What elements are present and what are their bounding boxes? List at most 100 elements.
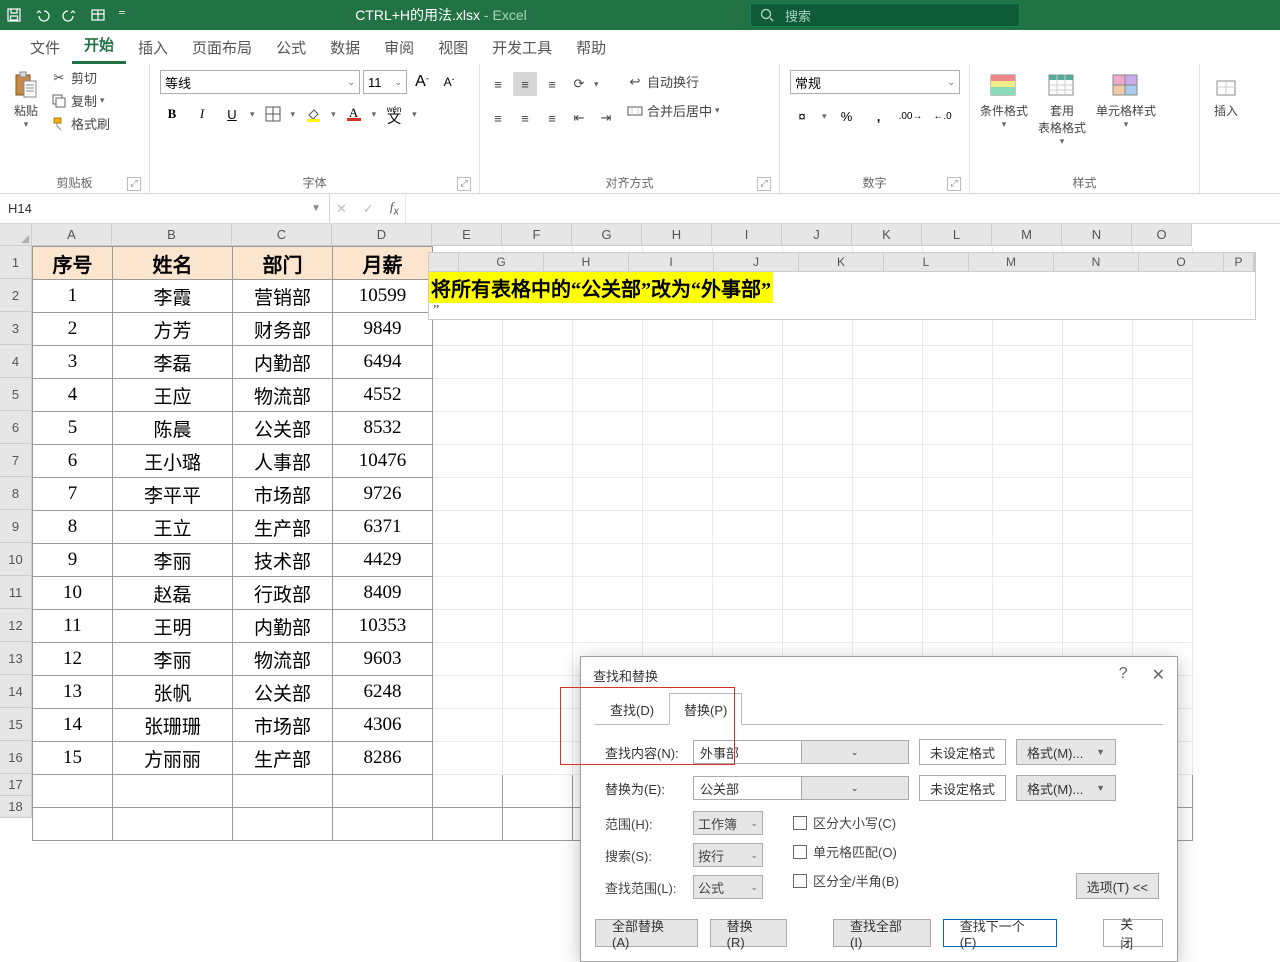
table-cell[interactable]: 14 bbox=[33, 709, 113, 742]
format-table-button[interactable]: 套用 表格格式▾ bbox=[1034, 68, 1090, 149]
align-left-icon[interactable]: ≡ bbox=[486, 106, 510, 130]
bold-button[interactable]: B bbox=[160, 102, 184, 126]
table-cell[interactable]: 李平平 bbox=[113, 478, 233, 511]
decrease-font-icon[interactable]: Aˇ bbox=[437, 70, 461, 94]
table-cell[interactable]: 物流部 bbox=[233, 643, 333, 676]
currency-icon[interactable]: ¤ bbox=[790, 104, 814, 128]
table-cell[interactable]: 5 bbox=[33, 412, 113, 445]
col-header-J[interactable]: J bbox=[782, 224, 852, 246]
find-next-button[interactable]: 查找下一个(F) bbox=[943, 919, 1058, 947]
table-cell[interactable]: 8 bbox=[33, 511, 113, 544]
tab-帮助[interactable]: 帮助 bbox=[564, 31, 618, 64]
embedded-image[interactable]: GHIJKLMNOP 将所有表格中的“公关部”改为“外事部” ” bbox=[428, 252, 1256, 320]
row-header-4[interactable]: 4 bbox=[0, 345, 32, 378]
options-button[interactable]: 选项(T) << bbox=[1076, 873, 1159, 899]
row-header-2[interactable]: 2 bbox=[0, 279, 32, 312]
table-cell[interactable]: 12 bbox=[33, 643, 113, 676]
qa-redo-icon[interactable] bbox=[56, 0, 84, 30]
col-header-K[interactable]: K bbox=[852, 224, 922, 246]
lookin-select[interactable]: 公式⌄ bbox=[693, 875, 763, 899]
align-right-icon[interactable]: ≡ bbox=[540, 106, 564, 130]
col-header-L[interactable]: L bbox=[922, 224, 992, 246]
tab-插入[interactable]: 插入 bbox=[126, 31, 180, 64]
qa-table-icon[interactable] bbox=[84, 0, 112, 30]
conditional-format-button[interactable]: 条件格式▾ bbox=[976, 68, 1032, 132]
table-cell[interactable]: 10353 bbox=[333, 610, 433, 643]
col-header-N[interactable]: N bbox=[1062, 224, 1132, 246]
replace-all-button[interactable]: 全部替换(A) bbox=[595, 919, 698, 947]
table-cell[interactable]: 李丽 bbox=[113, 544, 233, 577]
table-cell[interactable]: 王应 bbox=[113, 379, 233, 412]
decrease-decimal-icon[interactable]: ←.0 bbox=[931, 104, 955, 128]
table-cell[interactable]: 7 bbox=[33, 478, 113, 511]
table-cell[interactable]: 李丽 bbox=[113, 643, 233, 676]
tab-数据[interactable]: 数据 bbox=[318, 31, 372, 64]
table-cell[interactable]: 内勤部 bbox=[233, 610, 333, 643]
italic-button[interactable]: I bbox=[190, 102, 214, 126]
find-format-button[interactable]: 格式(M)...▼ bbox=[1016, 739, 1116, 765]
tab-视图[interactable]: 视图 bbox=[426, 31, 480, 64]
table-cell[interactable]: 9726 bbox=[333, 478, 433, 511]
qa-undo-icon[interactable] bbox=[28, 0, 56, 30]
cancel-formula-icon[interactable]: ✕ bbox=[336, 201, 347, 217]
table-cell[interactable]: 王小璐 bbox=[113, 445, 233, 478]
table-cell[interactable]: 市场部 bbox=[233, 478, 333, 511]
formula-input[interactable] bbox=[405, 194, 1280, 223]
indent-decrease-icon[interactable]: ⇤ bbox=[567, 106, 591, 130]
table-header[interactable]: 序号 bbox=[33, 247, 113, 280]
table-cell[interactable]: 财务部 bbox=[233, 313, 333, 346]
border-button[interactable] bbox=[261, 102, 285, 126]
close-button[interactable]: 关闭 bbox=[1103, 919, 1163, 947]
tab-find[interactable]: 查找(D) bbox=[595, 693, 669, 725]
tab-replace[interactable]: 替换(P) bbox=[669, 693, 742, 725]
font-color-button[interactable]: A bbox=[342, 102, 366, 126]
table-header[interactable]: 部门 bbox=[233, 247, 333, 280]
match-byte-checkbox[interactable]: 区分全/半角(B) bbox=[793, 871, 899, 890]
dialog-close-icon[interactable]: ✕ bbox=[1152, 665, 1165, 685]
table-cell[interactable]: 6248 bbox=[333, 676, 433, 709]
cell-style-button[interactable]: 单元格样式▾ bbox=[1092, 68, 1160, 132]
name-box[interactable]: H14▼ bbox=[0, 194, 330, 223]
row-header-1[interactable]: 1 bbox=[0, 246, 32, 279]
table-cell[interactable]: 营销部 bbox=[233, 280, 333, 313]
select-all-corner[interactable] bbox=[0, 224, 32, 246]
match-entire-checkbox[interactable]: 单元格匹配(O) bbox=[793, 842, 899, 861]
table-cell[interactable]: 1 bbox=[33, 280, 113, 313]
table-cell[interactable]: 10476 bbox=[333, 445, 433, 478]
row-header-3[interactable]: 3 bbox=[0, 312, 32, 345]
row-header-16[interactable]: 16 bbox=[0, 741, 32, 774]
table-header[interactable]: 月薪 bbox=[333, 247, 433, 280]
orientation-icon[interactable]: ⟳ bbox=[567, 72, 591, 96]
col-header-D[interactable]: D bbox=[332, 224, 432, 246]
number-launcher[interactable]: ⤢ bbox=[947, 177, 961, 191]
clipboard-launcher[interactable]: ⤢ bbox=[127, 177, 141, 191]
table-cell[interactable]: 10599 bbox=[333, 280, 433, 313]
table-cell[interactable]: 8532 bbox=[333, 412, 433, 445]
tab-开始[interactable]: 开始 bbox=[72, 28, 126, 64]
fill-color-button[interactable] bbox=[301, 102, 325, 126]
col-header-G[interactable]: G bbox=[572, 224, 642, 246]
comma-icon[interactable]: , bbox=[867, 104, 891, 128]
table-cell[interactable]: 13 bbox=[33, 676, 113, 709]
font-name-combo[interactable]: 等线⌄ bbox=[160, 70, 360, 94]
col-header-F[interactable]: F bbox=[502, 224, 572, 246]
col-header-O[interactable]: O bbox=[1132, 224, 1192, 246]
table-cell[interactable]: 人事部 bbox=[233, 445, 333, 478]
font-launcher[interactable]: ⤢ bbox=[457, 177, 471, 191]
table-cell[interactable]: 6 bbox=[33, 445, 113, 478]
col-header-M[interactable]: M bbox=[992, 224, 1062, 246]
paste-button[interactable]: 粘贴▾ bbox=[6, 68, 46, 132]
table-cell[interactable]: 4 bbox=[33, 379, 113, 412]
merge-center-button[interactable]: 合并后居中 ▾ bbox=[626, 101, 720, 120]
table-cell[interactable]: 王立 bbox=[113, 511, 233, 544]
table-cell[interactable]: 王明 bbox=[113, 610, 233, 643]
align-center-icon[interactable]: ≡ bbox=[513, 106, 537, 130]
qa-customize-icon[interactable]: ⁼ bbox=[112, 6, 132, 24]
indent-increase-icon[interactable]: ⇥ bbox=[594, 106, 618, 130]
table-cell[interactable]: 方芳 bbox=[113, 313, 233, 346]
table-cell[interactable]: 8286 bbox=[333, 742, 433, 775]
tab-审阅[interactable]: 审阅 bbox=[372, 31, 426, 64]
tab-文件[interactable]: 文件 bbox=[18, 31, 72, 64]
find-all-button[interactable]: 查找全部(I) bbox=[833, 919, 931, 947]
replace-input[interactable]: 公关部⌄ bbox=[693, 776, 909, 800]
